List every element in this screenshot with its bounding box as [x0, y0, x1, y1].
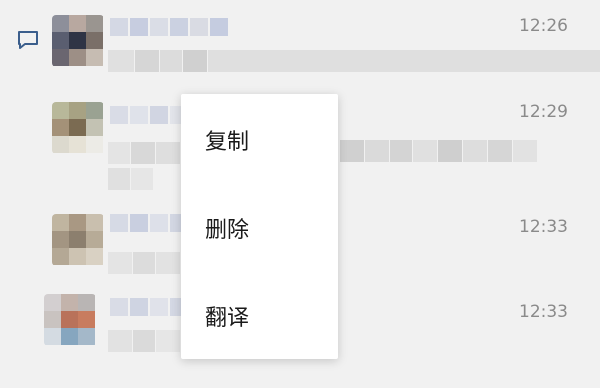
message-preview-redacted	[340, 140, 537, 162]
delete-menu-item[interactable]: 删除	[181, 182, 338, 270]
avatar[interactable]	[52, 15, 104, 67]
message-preview-redacted	[108, 168, 153, 190]
contact-name-redacted	[110, 18, 228, 36]
conversation-row[interactable]: 12:26	[0, 0, 600, 90]
avatar[interactable]	[52, 214, 104, 266]
contact-name-redacted	[110, 106, 188, 124]
message-time: 12:33	[519, 217, 568, 237]
copy-menu-item[interactable]: 复制	[181, 94, 338, 182]
translate-menu-item[interactable]: 翻译	[181, 270, 338, 358]
message-outline-icon	[18, 31, 38, 49]
message-time: 12:29	[519, 102, 568, 122]
contact-name-redacted	[110, 298, 188, 316]
context-menu: 复制 删除 翻译	[181, 94, 338, 359]
copy-label: 复制	[205, 130, 250, 155]
message-preview-redacted	[108, 50, 600, 72]
message-preview-redacted	[108, 252, 180, 274]
message-preview-redacted	[108, 330, 180, 352]
avatar[interactable]	[52, 102, 104, 154]
message-time: 12:33	[519, 302, 568, 322]
contact-name-redacted	[110, 214, 188, 232]
avatar[interactable]	[44, 294, 96, 346]
translate-label: 翻译	[205, 306, 250, 331]
delete-label: 删除	[205, 218, 250, 243]
message-time: 12:26	[519, 16, 568, 36]
